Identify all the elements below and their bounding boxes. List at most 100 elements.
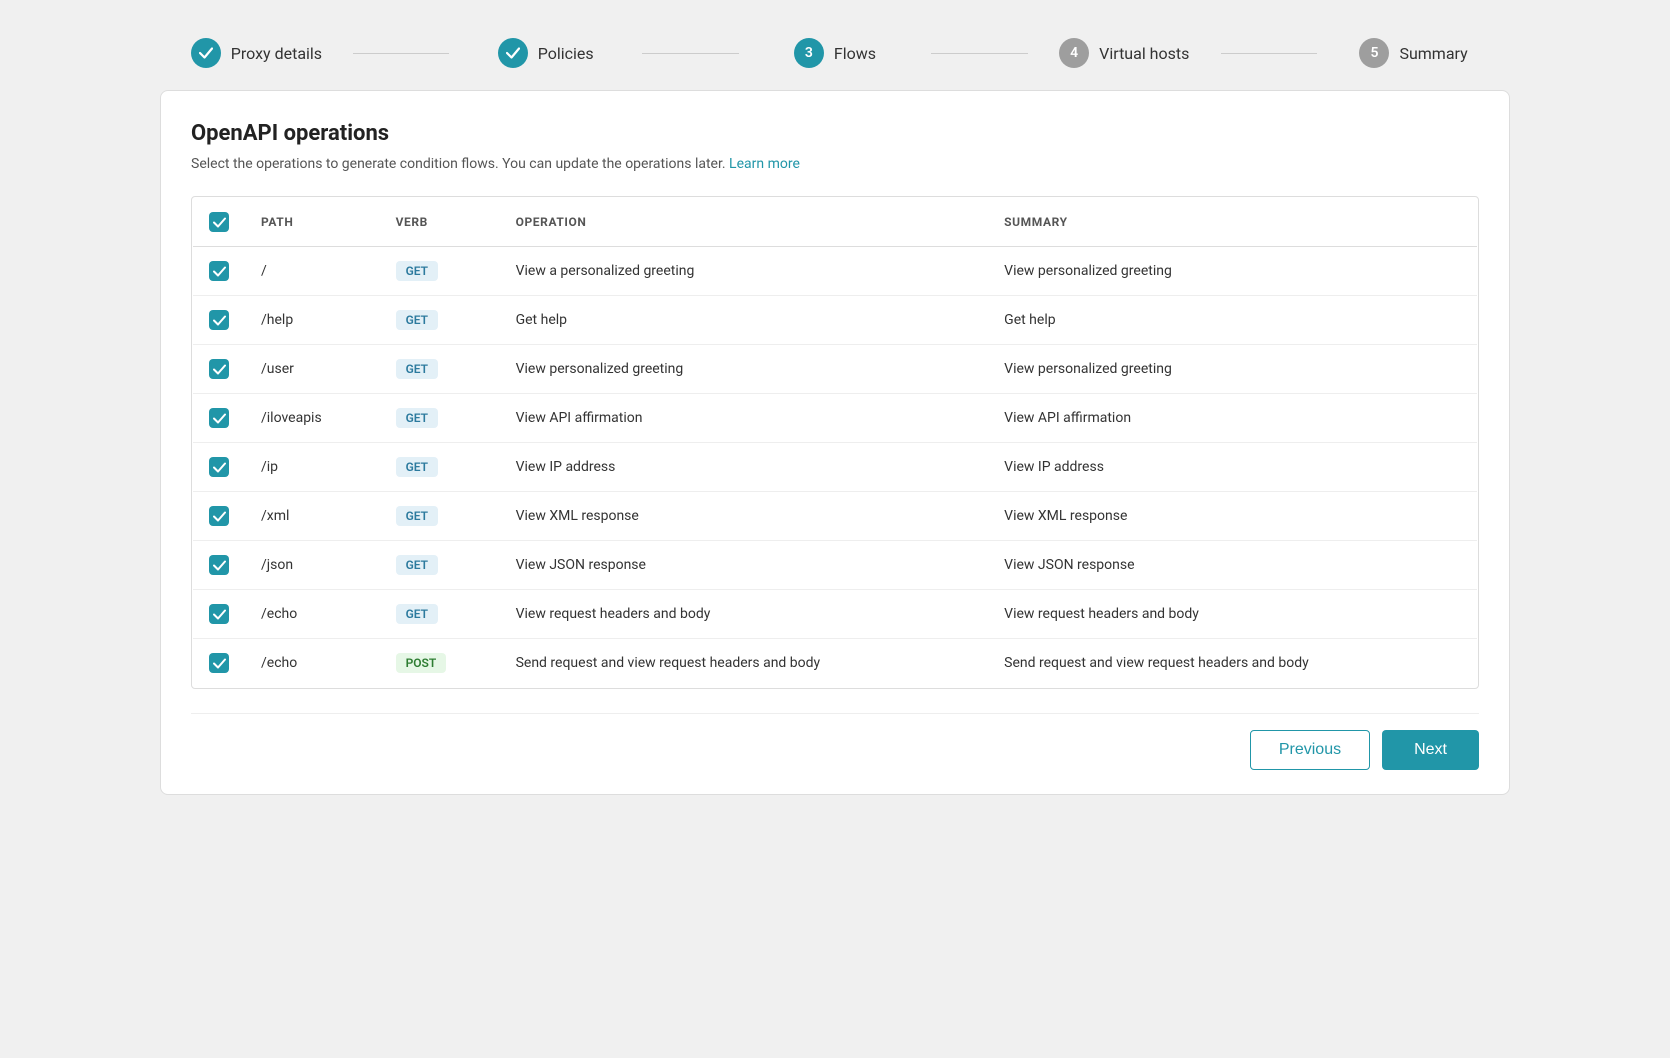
row-summary: View request headers and body bbox=[988, 590, 1477, 639]
verb-badge-post: POST bbox=[396, 653, 447, 673]
step-icon-proxy-details bbox=[191, 38, 221, 68]
step-flows[interactable]: 3 Flows bbox=[739, 38, 932, 68]
row-checkbox-cell bbox=[193, 345, 246, 394]
row-summary: View personalized greeting bbox=[988, 345, 1477, 394]
header-operation: OPERATION bbox=[500, 198, 989, 247]
table-header: PATH VERB OPERATION SUMMARY bbox=[193, 198, 1478, 247]
table-row: / GET View a personalized greetingView per… bbox=[193, 247, 1478, 296]
table-row: /user GET View personalized greetingView p… bbox=[193, 345, 1478, 394]
row-checkbox-6[interactable] bbox=[209, 555, 229, 575]
row-operation: Get help bbox=[500, 296, 989, 345]
step-label-policies: Policies bbox=[538, 44, 594, 63]
verb-badge-get: GET bbox=[396, 506, 438, 526]
row-verb: POST bbox=[380, 639, 500, 688]
row-checkbox-4[interactable] bbox=[209, 457, 229, 477]
table-row: /xml GET View XML responseView XML respons… bbox=[193, 492, 1478, 541]
step-separator bbox=[642, 53, 738, 54]
row-operation: View JSON response bbox=[500, 541, 989, 590]
row-verb: GET bbox=[380, 443, 500, 492]
row-operation: View personalized greeting bbox=[500, 345, 989, 394]
row-checkbox-cell bbox=[193, 541, 246, 590]
row-path: /user bbox=[245, 345, 380, 394]
row-checkbox-cell bbox=[193, 247, 246, 296]
row-checkbox-cell bbox=[193, 296, 246, 345]
row-checkbox-3[interactable] bbox=[209, 408, 229, 428]
step-virtual-hosts[interactable]: 4 Virtual hosts bbox=[1028, 38, 1221, 68]
step-separator bbox=[1221, 53, 1317, 54]
stepper: Proxy details Policies 3 Flows 4 Virtual host… bbox=[160, 20, 1510, 90]
step-label-proxy-details: Proxy details bbox=[231, 44, 322, 63]
table-row: /iloveapisGETView API affirmationView AP… bbox=[193, 394, 1478, 443]
step-proxy-details[interactable]: Proxy details bbox=[160, 38, 353, 68]
row-verb: GET bbox=[380, 247, 500, 296]
card-title: OpenAPI operations bbox=[191, 121, 1479, 146]
row-summary: View XML response bbox=[988, 492, 1477, 541]
row-operation: View API affirmation bbox=[500, 394, 989, 443]
row-operation: View IP address bbox=[500, 443, 989, 492]
row-verb: GET bbox=[380, 394, 500, 443]
step-separator bbox=[353, 53, 449, 54]
row-operation: View XML response bbox=[500, 492, 989, 541]
row-checkbox-2[interactable] bbox=[209, 359, 229, 379]
row-summary: View API affirmation bbox=[988, 394, 1477, 443]
row-operation: View a personalized greeting bbox=[500, 247, 989, 296]
table-row: /echoPOSTSend request and view request h… bbox=[193, 639, 1478, 688]
next-button[interactable]: Next bbox=[1382, 730, 1479, 770]
header-path: PATH bbox=[245, 198, 380, 247]
step-icon-summary: 5 bbox=[1359, 38, 1389, 68]
header-summary: SUMMARY bbox=[988, 198, 1477, 247]
row-path: /json bbox=[245, 541, 380, 590]
row-verb: GET bbox=[380, 492, 500, 541]
row-checkbox-7[interactable] bbox=[209, 604, 229, 624]
table-body: /GETView a personalized greetingView per… bbox=[193, 247, 1478, 688]
step-separator bbox=[931, 53, 1027, 54]
row-checkbox-cell bbox=[193, 639, 246, 688]
step-label-flows: Flows bbox=[834, 44, 876, 63]
row-checkbox-1[interactable] bbox=[209, 310, 229, 330]
verb-badge-get: GET bbox=[396, 457, 438, 477]
verb-badge-get: GET bbox=[396, 310, 438, 330]
step-label-summary: Summary bbox=[1399, 44, 1467, 63]
row-checkbox-cell bbox=[193, 394, 246, 443]
row-summary: Send request and view request headers an… bbox=[988, 639, 1477, 688]
operations-table: PATH VERB OPERATION SUMMARY / GET View a p… bbox=[192, 197, 1478, 688]
step-policies[interactable]: Policies bbox=[449, 38, 642, 68]
step-icon-flows: 3 bbox=[794, 38, 824, 68]
main-card: OpenAPI operations Select the operations… bbox=[160, 90, 1510, 795]
row-checkbox-cell bbox=[193, 443, 246, 492]
row-verb: GET bbox=[380, 541, 500, 590]
subtitle-text: Select the operations to generate condit… bbox=[191, 156, 729, 172]
step-summary[interactable]: 5 Summary bbox=[1317, 38, 1510, 68]
previous-button[interactable]: Previous bbox=[1250, 730, 1370, 770]
row-path: / bbox=[245, 247, 380, 296]
step-icon-policies bbox=[498, 38, 528, 68]
row-summary: View JSON response bbox=[988, 541, 1477, 590]
row-path: /xml bbox=[245, 492, 380, 541]
step-label-virtual-hosts: Virtual hosts bbox=[1099, 44, 1189, 63]
row-checkbox-cell bbox=[193, 590, 246, 639]
card-footer: Previous Next bbox=[191, 713, 1479, 770]
header-verb: VERB bbox=[380, 198, 500, 247]
row-checkbox-0[interactable] bbox=[209, 261, 229, 281]
card-subtitle: Select the operations to generate condit… bbox=[191, 156, 1479, 172]
verb-badge-get: GET bbox=[396, 604, 438, 624]
row-checkbox-8[interactable] bbox=[209, 653, 229, 673]
operations-table-wrapper: PATH VERB OPERATION SUMMARY / GET View a p… bbox=[191, 196, 1479, 689]
verb-badge-get: GET bbox=[396, 359, 438, 379]
row-path: /echo bbox=[245, 590, 380, 639]
row-verb: GET bbox=[380, 590, 500, 639]
row-operation: View request headers and body bbox=[500, 590, 989, 639]
row-summary: Get help bbox=[988, 296, 1477, 345]
learn-more-link[interactable]: Learn more bbox=[729, 156, 800, 172]
table-row: /ipGETView IP addressView IP address bbox=[193, 443, 1478, 492]
step-icon-virtual-hosts: 4 bbox=[1059, 38, 1089, 68]
row-verb: GET bbox=[380, 296, 500, 345]
row-path: /ip bbox=[245, 443, 380, 492]
table-row: /helpGETGet helpGet help bbox=[193, 296, 1478, 345]
verb-badge-get: GET bbox=[396, 408, 438, 428]
row-summary: View personalized greeting bbox=[988, 247, 1477, 296]
row-checkbox-5[interactable] bbox=[209, 506, 229, 526]
verb-badge-get: GET bbox=[396, 261, 438, 281]
select-all-checkbox[interactable] bbox=[209, 212, 229, 232]
row-verb: GET bbox=[380, 345, 500, 394]
